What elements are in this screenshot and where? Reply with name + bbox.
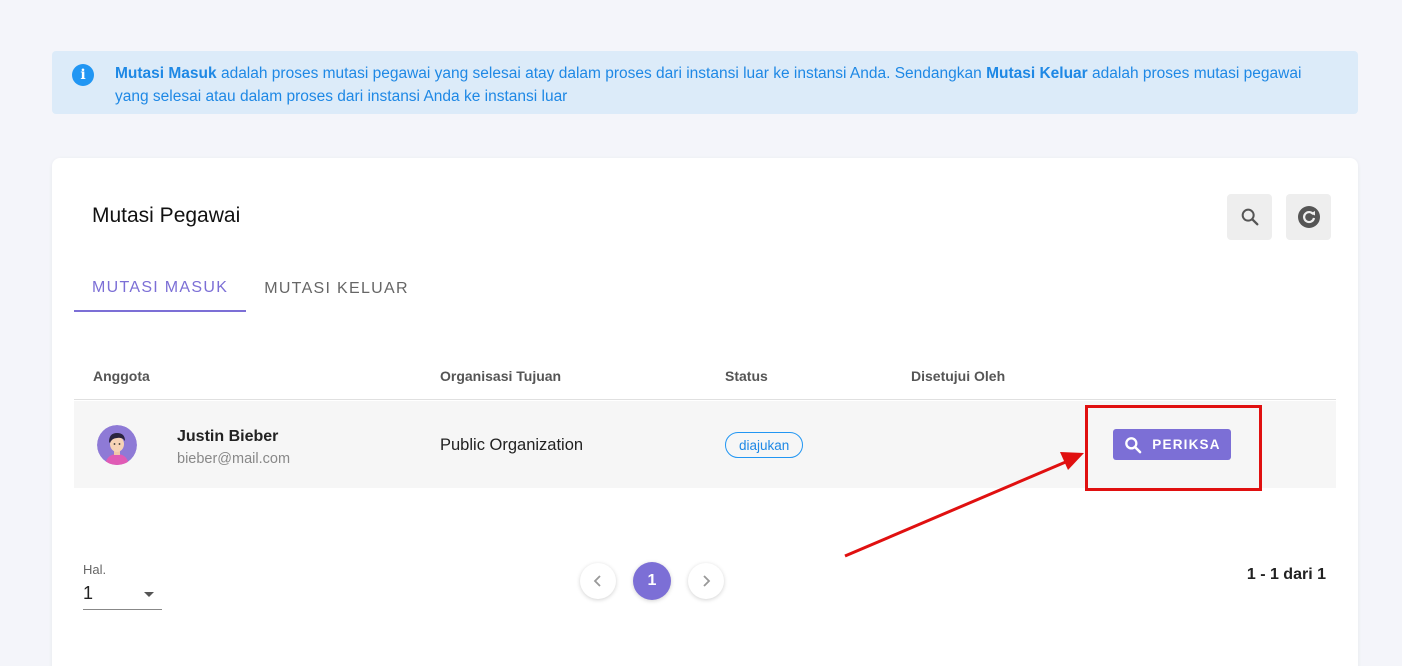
- annotation-arrow: [844, 452, 1084, 558]
